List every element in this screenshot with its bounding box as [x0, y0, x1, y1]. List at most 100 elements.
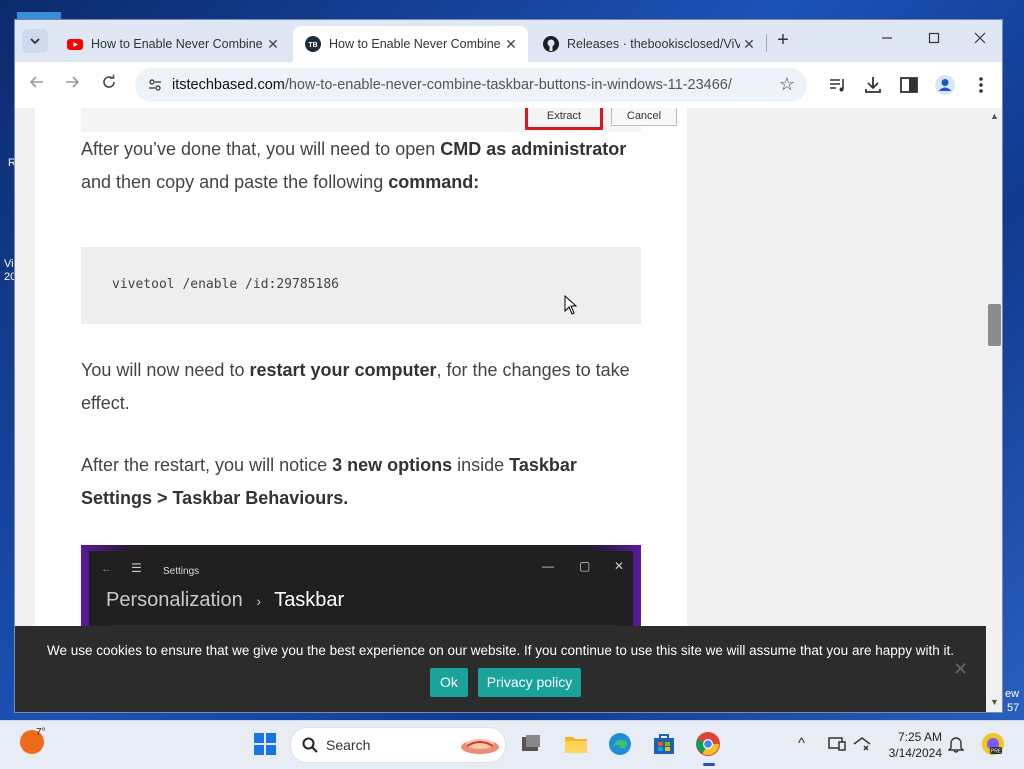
- address-bar[interactable]: itstechbased.com/how-to-enable-never-com…: [135, 68, 807, 102]
- search-highlight-icon: [461, 739, 499, 754]
- maximize-button[interactable]: [914, 28, 954, 52]
- paragraph-restart: You will now need to restart your comput…: [81, 354, 641, 420]
- tab-title: How to Enable Never Combine: [91, 37, 263, 51]
- bold-text: 3 new options: [332, 455, 453, 475]
- site-logo-icon: TB: [305, 36, 321, 52]
- code-command[interactable]: vivetool /enable /id:29785186: [112, 277, 339, 292]
- windows-taskbar: 7° Search ^ 7:25 AM 3/14/2024 PRE: [0, 720, 1024, 769]
- close-window-button[interactable]: [960, 28, 1000, 52]
- cookie-consent-bar: We use cookies to ensure that we give yo…: [15, 626, 986, 712]
- paragraph-text: After the restart, you will notice: [81, 455, 333, 475]
- paragraph-open-cmd: After you’ve done that, you will need to…: [81, 133, 641, 199]
- profile-avatar-icon[interactable]: [934, 74, 956, 96]
- site-info-icon[interactable]: [147, 77, 163, 93]
- scroll-down-arrow-icon[interactable]: ▼: [989, 697, 1000, 708]
- display-settings-icon[interactable]: [828, 736, 846, 752]
- svg-text:TB: TB: [308, 42, 317, 49]
- url-host: itstechbased.com: [172, 77, 285, 93]
- desktop-text-fragment: 57: [1007, 702, 1020, 714]
- weather-temperature: 7°: [36, 727, 46, 738]
- scroll-up-arrow-icon[interactable]: ▲: [989, 111, 1000, 122]
- privacy-policy-button[interactable]: Privacy policy: [478, 668, 581, 697]
- paragraph-text: You will now need to: [81, 360, 250, 380]
- paragraph-new-options: After the restart, you will notice 3 new…: [81, 449, 641, 515]
- settings-breadcrumb: Personalization › Taskbar: [106, 589, 344, 612]
- mouse-cursor-icon: [564, 295, 578, 315]
- page-sidebar: [687, 108, 987, 712]
- cookie-message: We use cookies to ensure that we give yo…: [47, 643, 954, 658]
- back-arrow-icon: ←: [101, 563, 112, 575]
- start-windows-icon[interactable]: [252, 731, 278, 757]
- tab-title: How to Enable Never Combine: [329, 37, 501, 51]
- settings-window-title: Settings: [163, 566, 200, 577]
- notification-bell-icon[interactable]: [948, 735, 964, 753]
- close-icon[interactable]: ✕: [740, 36, 758, 53]
- edge-browser-icon[interactable]: [607, 731, 633, 757]
- maximize-icon: ▢: [579, 559, 591, 573]
- system-clock[interactable]: 7:25 AM 3/14/2024: [884, 729, 942, 761]
- close-icon: ✕: [614, 559, 625, 573]
- github-icon: [543, 36, 559, 52]
- minimize-button[interactable]: [867, 28, 907, 52]
- article-body: Extract Cancel After you’ve done that, y…: [35, 108, 687, 712]
- tab-divider: [766, 34, 767, 52]
- back-button[interactable]: [25, 73, 49, 97]
- extract-dialog-screenshot: Extract Cancel: [81, 108, 677, 132]
- arrow-right-icon: [66, 76, 80, 88]
- tab-search-button[interactable]: [22, 29, 48, 53]
- cookie-ok-button[interactable]: Ok: [430, 668, 468, 697]
- chevron-down-icon: [30, 38, 40, 45]
- tab-active-article[interactable]: TB How to Enable Never Combine ✕: [293, 26, 528, 62]
- more-menu-icon[interactable]: [970, 74, 992, 96]
- bold-text: restart your computer: [249, 360, 437, 380]
- download-icon[interactable]: [862, 74, 884, 96]
- forward-button[interactable]: [60, 73, 84, 97]
- desktop-text-fragment: ew: [1005, 688, 1020, 700]
- code-block[interactable]: vivetool /enable /id:29785186: [81, 247, 641, 324]
- chrome-browser-icon[interactable]: [695, 731, 721, 757]
- desktop-text-fragment: Vi: [4, 258, 14, 270]
- url-path: /how-to-enable-never-combine-taskbar-but…: [284, 77, 732, 93]
- page-scrollbar[interactable]: [987, 108, 1002, 712]
- clock-time: 7:25 AM: [897, 730, 942, 744]
- close-icon[interactable]: ✕: [264, 36, 282, 53]
- browser-window: How to Enable Never Combine ✕ TB How to …: [15, 20, 1002, 712]
- url-text: itstechbased.com/how-to-enable-never-com…: [172, 77, 732, 93]
- cancel-button-image: Cancel: [611, 108, 677, 126]
- active-app-indicator: [703, 763, 715, 766]
- microsoft-store-icon[interactable]: [651, 731, 677, 757]
- breadcrumb-separator: ›: [256, 593, 261, 609]
- side-panel-icon[interactable]: [898, 74, 920, 96]
- paragraph-text: inside: [452, 455, 510, 475]
- reload-icon: [103, 74, 115, 88]
- browser-toolbar: itstechbased.com/how-to-enable-never-com…: [15, 62, 1002, 109]
- breadcrumb-current: Taskbar: [274, 589, 345, 611]
- breadcrumb-parent: Personalization: [106, 589, 243, 611]
- new-tab-button[interactable]: +: [772, 30, 794, 52]
- bold-text: CMD as administrator: [440, 139, 627, 159]
- scrollbar-thumb[interactable]: [988, 304, 1001, 346]
- reload-button[interactable]: [97, 73, 121, 97]
- network-icon[interactable]: [853, 736, 871, 752]
- clock-date: 3/14/2024: [888, 746, 942, 760]
- arrow-left-icon: [29, 76, 43, 88]
- tab-strip: How to Enable Never Combine ✕ TB How to …: [15, 20, 1002, 62]
- minimize-icon: [882, 37, 892, 39]
- file-explorer-icon[interactable]: [563, 731, 589, 757]
- taskbar-search-box[interactable]: Search: [290, 727, 506, 763]
- bookmark-star-icon[interactable]: ☆: [779, 74, 795, 95]
- task-view-icon[interactable]: [518, 731, 544, 757]
- paragraph-text: After you’ve done that, you will need to…: [81, 139, 441, 159]
- chevron-up-icon[interactable]: ^: [798, 735, 805, 752]
- tab-github[interactable]: Releases · thebookisclosed/ViVe ✕: [531, 26, 766, 62]
- close-icon: [974, 32, 986, 44]
- close-icon[interactable]: ✕: [502, 36, 520, 53]
- extract-button-image: Extract: [525, 108, 603, 130]
- copilot-icon[interactable]: PRE: [980, 731, 1006, 757]
- youtube-icon: [67, 39, 83, 50]
- page-viewport: Extract Cancel After you’ve done that, y…: [15, 108, 987, 712]
- media-controls-icon[interactable]: [827, 74, 849, 96]
- hamburger-menu-icon: ☰: [131, 561, 142, 575]
- close-icon[interactable]: ✕: [953, 659, 968, 680]
- tab-youtube[interactable]: How to Enable Never Combine ✕: [55, 26, 290, 62]
